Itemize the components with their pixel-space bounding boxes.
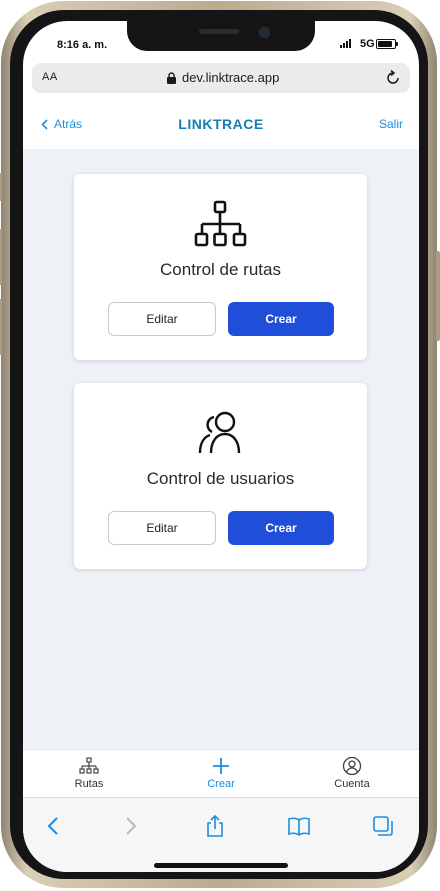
create-user-button[interactable]: Crear — [228, 511, 334, 545]
speaker — [199, 29, 239, 34]
book-icon — [288, 817, 310, 836]
create-route-button[interactable]: Crear — [228, 302, 334, 336]
card-title: Control de usuarios — [146, 469, 295, 488]
sitemap-icon — [194, 200, 246, 247]
status-time: 8:16 a. m. — [57, 39, 108, 51]
network-type: 5G — [360, 38, 375, 50]
share-button[interactable] — [201, 812, 229, 840]
reload-icon[interactable] — [384, 69, 402, 87]
notch — [127, 21, 315, 51]
sitemap-icon — [79, 757, 99, 774]
home-indicator — [154, 863, 288, 868]
users-card: Control de usuarios Editar Crear — [74, 383, 367, 569]
browser-back-button[interactable] — [39, 812, 67, 840]
plus-icon — [213, 758, 229, 774]
user-circle-icon — [342, 756, 362, 776]
logout-button[interactable]: Salir — [379, 117, 403, 131]
bookmarks-button[interactable] — [285, 812, 313, 840]
brand-title: LINKTRACE — [178, 116, 264, 132]
tab-rutas[interactable]: Rutas — [49, 756, 129, 790]
users-icon — [198, 411, 240, 454]
signal-icon — [340, 39, 351, 48]
card-title: Control de rutas — [160, 260, 281, 279]
routes-card: Control de rutas Editar Crear — [74, 174, 367, 360]
camera — [259, 27, 270, 38]
screen: 8:16 a. m. 5G AA dev.linktrace.app Atrás… — [23, 21, 419, 872]
chevron-left-icon — [47, 817, 58, 835]
edit-routes-button[interactable]: Editar — [108, 302, 216, 336]
browser-toolbar — [23, 797, 419, 872]
bottom-tab-bar: Rutas Crear Cuenta — [23, 749, 419, 798]
text-size-button[interactable]: AA — [42, 71, 58, 83]
chevron-right-icon — [126, 817, 137, 835]
app-header: Atrás LINKTRACE Salir — [23, 101, 419, 149]
volume-up-button — [0, 229, 2, 285]
mute-switch — [0, 173, 2, 201]
main-content: Control de rutas Editar Crear Control de… — [23, 149, 419, 749]
browser-forward-button[interactable] — [117, 812, 145, 840]
address-bar[interactable]: AA dev.linktrace.app — [32, 63, 410, 93]
tab-label: Cuenta — [334, 778, 370, 790]
edit-users-button[interactable]: Editar — [108, 511, 216, 545]
tab-label: Crear — [207, 778, 235, 790]
url-text[interactable]: dev.linktrace.app — [182, 70, 279, 85]
battery-icon — [376, 39, 398, 49]
tabs-icon — [373, 816, 393, 836]
lock-icon — [167, 72, 176, 84]
tab-crear[interactable]: Crear — [181, 756, 261, 790]
share-icon — [207, 814, 223, 837]
tab-cuenta[interactable]: Cuenta — [312, 756, 392, 790]
tabs-button[interactable] — [369, 812, 397, 840]
volume-down-button — [0, 299, 2, 355]
tab-label: Rutas — [74, 778, 104, 790]
power-button — [436, 251, 440, 341]
